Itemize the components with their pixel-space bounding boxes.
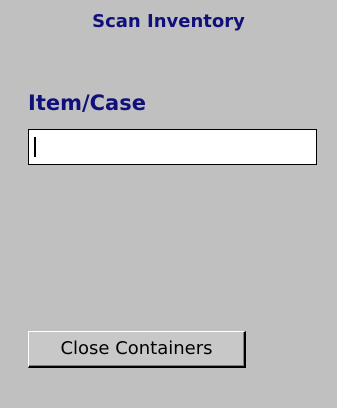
text-cursor xyxy=(34,137,36,157)
close-containers-button[interactable]: Close Containers xyxy=(28,331,246,368)
item-case-input[interactable] xyxy=(28,129,317,165)
scan-inventory-screen: Scan Inventory Item/Case Close Container… xyxy=(0,0,337,408)
item-case-label: Item/Case xyxy=(28,91,146,115)
page-title: Scan Inventory xyxy=(92,11,245,32)
